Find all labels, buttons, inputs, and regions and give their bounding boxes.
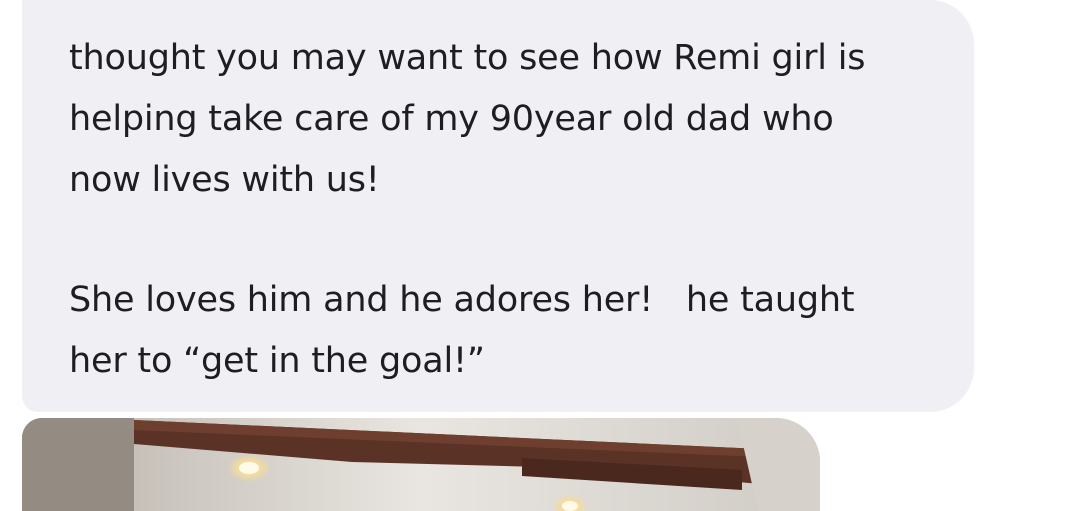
attached-photo[interactable] [22, 418, 820, 511]
message-text-line: helping take care of my 90year old dad w… [69, 99, 834, 139]
message-text-line: now lives with us! [69, 160, 380, 200]
message-text-line: thought you may want to see how Remi gir… [69, 38, 866, 78]
message-text-line: She loves him and he adores her! he taug… [69, 280, 855, 320]
received-message-bubble[interactable]: thought you may want to see how Remi gir… [22, 0, 974, 412]
photo-image [22, 418, 820, 511]
message-text-line: her to “get in the goal!” [69, 341, 485, 381]
